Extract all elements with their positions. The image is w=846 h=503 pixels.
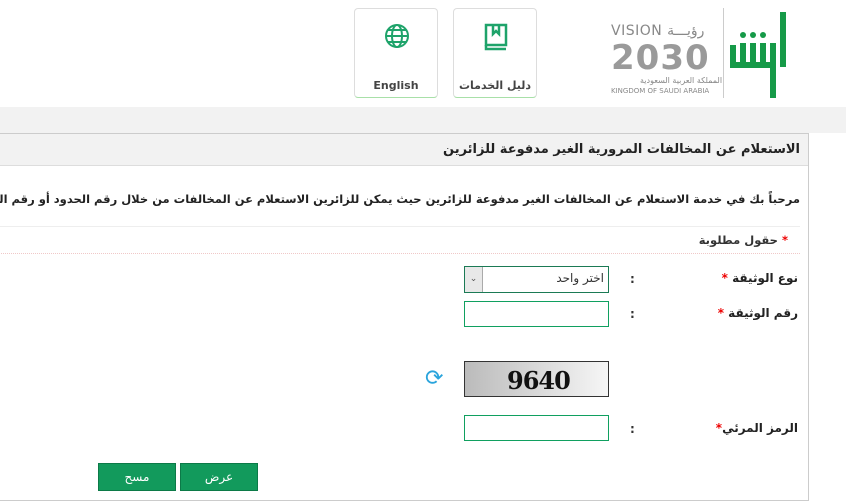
doc-type-select[interactable]: ⌄ اختر واحد xyxy=(464,266,609,293)
doc-number-label: رقم الوثيقة * xyxy=(718,306,798,320)
doc-number-input[interactable] xyxy=(464,301,609,327)
show-button[interactable]: عرض xyxy=(180,463,258,491)
ksa-english: KINGDOM OF SAUDI ARABIA xyxy=(611,87,710,95)
vision-text: VISION رؤيـــة xyxy=(611,23,705,39)
ksa-arabic: المملكة العربية السعودية xyxy=(640,76,723,85)
doc-type-label: نوع الوثيقة * xyxy=(722,271,798,285)
header-strip xyxy=(0,107,846,133)
services-guide-button[interactable]: دليل الخدمات xyxy=(453,8,537,98)
english-button[interactable]: English xyxy=(354,8,438,98)
absher-logo xyxy=(730,12,786,98)
globe-icon xyxy=(385,24,409,48)
captcha-text: 9640 xyxy=(507,366,571,395)
inquiry-panel: الاستعلام عن المخالفات المرورية الغير مد… xyxy=(0,133,809,501)
colon: : xyxy=(630,422,635,436)
vision-2030-logo: 2030 xyxy=(611,38,710,78)
colon: : xyxy=(630,307,635,321)
refresh-captcha-icon[interactable]: ⟳ xyxy=(425,366,443,391)
captcha-code-label: الرمز المرئي* xyxy=(716,421,798,435)
doc-number-label-text: رقم الوثيقة xyxy=(728,306,798,320)
required-note: * حقول مطلوبة xyxy=(0,226,800,254)
panel-title: الاستعلام عن المخالفات المرورية الغير مد… xyxy=(0,134,808,166)
captcha-code-input[interactable] xyxy=(464,415,609,441)
book-icon xyxy=(484,23,508,51)
intro-text: مرحباً بك في خدمة الاستعلام عن المخالفات… xyxy=(0,192,800,206)
services-guide-label: دليل الخدمات xyxy=(458,79,532,92)
captcha-code-label-text: الرمز المرئي xyxy=(722,421,798,435)
doc-type-value: اختر واحد xyxy=(556,271,604,285)
required-star: * xyxy=(717,306,724,320)
required-star: * xyxy=(781,233,788,247)
colon: : xyxy=(630,272,635,286)
doc-type-label-text: نوع الوثيقة xyxy=(732,271,798,285)
required-star: * xyxy=(721,271,728,285)
english-label: English xyxy=(373,79,419,92)
logo-divider xyxy=(723,8,724,98)
clear-button[interactable]: مسح xyxy=(98,463,176,491)
required-note-label: حقول مطلوبة xyxy=(698,233,778,247)
captcha-image: 9640 xyxy=(464,361,609,397)
chevron-down-icon[interactable]: ⌄ xyxy=(465,267,483,292)
header: English دليل الخدمات VISION رؤيـــة 2030… xyxy=(0,0,846,107)
